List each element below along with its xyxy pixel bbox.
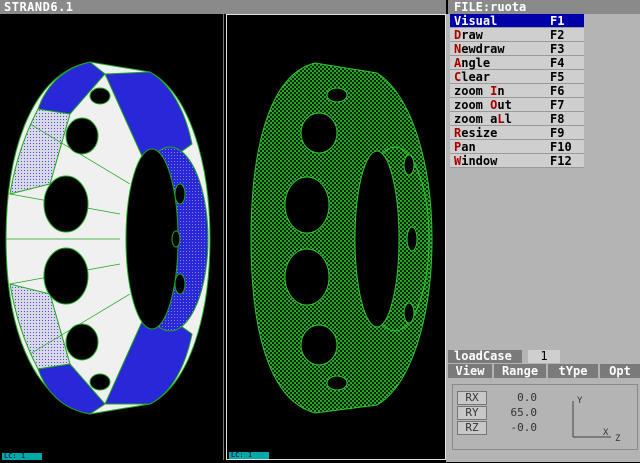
menu-label: n xyxy=(497,84,505,98)
menu-label: ewdraw xyxy=(461,42,505,56)
file-label: FILE:ruota xyxy=(454,0,527,14)
menu-label: l xyxy=(504,112,512,126)
menu-shortcut: F6 xyxy=(550,84,565,98)
menu-item-visual[interactable]: Visual F1 xyxy=(450,14,584,28)
visual-menu: Visual F1 Draw F2 Newdraw F3 Angle F4 Clear F… xyxy=(450,14,584,168)
viewport-wireframe[interactable]: LC: 1 xyxy=(226,14,446,460)
menu-item-zoom-all[interactable]: zoom aLl F8 xyxy=(450,112,584,126)
loadcase-value[interactable]: 1 xyxy=(528,350,560,363)
menu-shortcut: F5 xyxy=(550,70,565,84)
menu-pre: zoom xyxy=(454,98,491,112)
viewport-label: LC: 1 xyxy=(229,452,269,459)
shaded-model-render xyxy=(5,61,211,415)
menu-shortcut: F1 xyxy=(550,14,565,28)
axis-x-label: X xyxy=(603,428,609,438)
tab-view[interactable]: View xyxy=(448,364,492,378)
menu-item-pan[interactable]: Pan F10 xyxy=(450,140,584,154)
tab-range[interactable]: Range xyxy=(494,364,546,378)
rotation-info: RX 0.0 RY 65.0 RZ -0.0 Y X Z xyxy=(452,384,638,450)
menu-label: lear xyxy=(461,70,491,84)
rotation-z-value: -0.0 xyxy=(510,421,538,434)
menu-item-newdraw[interactable]: Newdraw F3 xyxy=(450,42,584,56)
menu-item-zoom-in[interactable]: zoom In F6 xyxy=(450,84,584,98)
menu-label: indow xyxy=(461,154,498,168)
menu-shortcut: F7 xyxy=(550,98,565,112)
menu-label: ngle xyxy=(461,56,491,70)
rotation-y-value: 65.0 xyxy=(510,406,538,419)
menu-label: raw xyxy=(461,28,483,42)
menu-shortcut: F10 xyxy=(550,140,572,154)
menu-shortcut: F8 xyxy=(550,112,565,126)
menu-item-zoom-out[interactable]: zoom Out F7 xyxy=(450,98,584,112)
rotation-z-label: RZ xyxy=(457,421,487,435)
axis-triad: Y X Z xyxy=(572,396,621,443)
menu-shortcut: F4 xyxy=(550,56,565,70)
title-bar: STRAND6.1 xyxy=(0,0,446,14)
rotation-x-value: 0.0 xyxy=(517,391,537,404)
menu-pre: zoom xyxy=(454,84,491,98)
viewport-shaded[interactable]: LC: 1 xyxy=(0,14,224,460)
command-panel: Visual F1 Draw F2 Newdraw F3 Angle F4 Clear F… xyxy=(446,14,640,462)
menu-pre: zoom a xyxy=(454,112,498,126)
tab-type[interactable]: tYpe xyxy=(548,364,598,378)
app-title: STRAND6.1 xyxy=(4,0,74,14)
menu-shortcut: F9 xyxy=(550,126,565,140)
option-tabs: View Range tYpe Opt xyxy=(448,364,640,378)
menu-item-window[interactable]: Window F12 xyxy=(450,154,584,168)
menu-item-angle[interactable]: Angle F4 xyxy=(450,56,584,70)
loadcase-bar: loadCase 1 xyxy=(448,350,638,363)
axis-z-label: Z xyxy=(615,434,621,443)
menu-shortcut: F2 xyxy=(550,28,565,42)
file-header: FILE:ruota xyxy=(448,0,640,14)
menu-label: ut xyxy=(497,98,512,112)
menu-shortcut: F12 xyxy=(550,154,572,168)
menu-item-draw[interactable]: Draw F2 xyxy=(450,28,584,42)
tab-opt[interactable]: Opt xyxy=(600,364,640,378)
menu-label: esize xyxy=(461,126,498,140)
menu-hotkey: L xyxy=(497,112,505,126)
menu-label: an xyxy=(461,140,476,154)
rotation-x-label: RX xyxy=(457,391,487,405)
wireframe-model-render xyxy=(250,62,433,414)
menu-item-clear[interactable]: Clear F5 xyxy=(450,70,584,84)
viewport-label: LC: 1 xyxy=(2,453,42,460)
loadcase-button[interactable]: loadCase xyxy=(448,350,522,363)
menu-label: isual xyxy=(461,14,498,28)
menu-item-resize[interactable]: Resize F9 xyxy=(450,126,584,140)
axis-y-label: Y xyxy=(577,396,583,406)
rotation-y-label: RY xyxy=(457,406,487,420)
menu-shortcut: F3 xyxy=(550,42,565,56)
